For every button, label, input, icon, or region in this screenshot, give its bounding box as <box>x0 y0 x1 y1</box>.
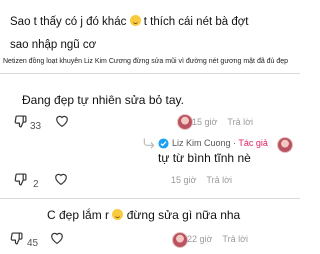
heart-icon[interactable] <box>50 231 64 244</box>
comment-meta: 15 giờ Trả lời <box>171 175 232 185</box>
reply-link[interactable]: Trả lời <box>222 234 248 244</box>
avatar[interactable] <box>177 114 193 130</box>
comment-text-b: đừng sửa gì nữa nha <box>126 208 241 222</box>
divider <box>0 73 300 74</box>
comment-time: 15 giờ <box>192 117 218 127</box>
comment-text: tự từ bình tĩnh nè <box>158 151 251 165</box>
comment-like-count: 33 <box>30 116 41 134</box>
author-badge: Tác giả <box>238 138 268 148</box>
heart-icon[interactable] <box>54 172 68 185</box>
caption-line-1a: Sao t thấy có j đó khác <box>10 16 127 28</box>
verified-check-icon <box>158 138 169 149</box>
comment-time: 15 giờ <box>171 175 197 185</box>
smiling-emoji-icon <box>112 209 124 220</box>
divider <box>0 198 300 199</box>
comment-meta: 15 giờ Trả lời <box>192 117 253 127</box>
post-caption: Sao t thấy có j đó khác t thích cái nét … <box>10 15 295 52</box>
caption-line-1b: t thích cái nét bà đợt <box>143 16 249 28</box>
comment-meta: 22 giờ Trả lời <box>187 234 248 244</box>
reply-arrow-icon <box>142 137 156 149</box>
like-count: 45 <box>27 238 39 249</box>
author-avatar[interactable] <box>277 137 293 153</box>
thumbs-down-icon[interactable] <box>14 115 27 128</box>
heart-icon[interactable] <box>55 114 69 127</box>
comment-time: 22 giờ <box>187 234 213 244</box>
comment-like-count: 2 <box>33 174 39 192</box>
caption-line-2: sao nhập ngũ cơ <box>10 39 97 51</box>
comment-text: Đang đẹp tự nhiên sửa bỏ tay. <box>22 93 184 107</box>
thumbs-down-icon[interactable] <box>14 173 27 186</box>
comment-text-a: C đẹp lắm r <box>47 208 110 222</box>
reply-link[interactable]: Trả lời <box>206 175 232 185</box>
avatar[interactable] <box>172 232 188 248</box>
reply-author: Liz Kim Cuong · Tác giả <box>158 138 268 149</box>
article-notice: Netizen đồng loạt khuyên Liz Kim Cương đ… <box>3 58 289 65</box>
comment-text: C đẹp lắm r đừng sửa gì nữa nha <box>47 208 240 222</box>
thumbs-down-icon[interactable] <box>10 232 23 245</box>
smiling-emoji-icon <box>129 15 141 26</box>
reply-link[interactable]: Trả lời <box>227 117 253 127</box>
comment-like-count: 45 <box>27 233 38 251</box>
like-count: 2 <box>33 179 39 190</box>
like-count: 33 <box>30 121 42 132</box>
author-name[interactable]: Liz Kim Cuong <box>172 138 231 148</box>
